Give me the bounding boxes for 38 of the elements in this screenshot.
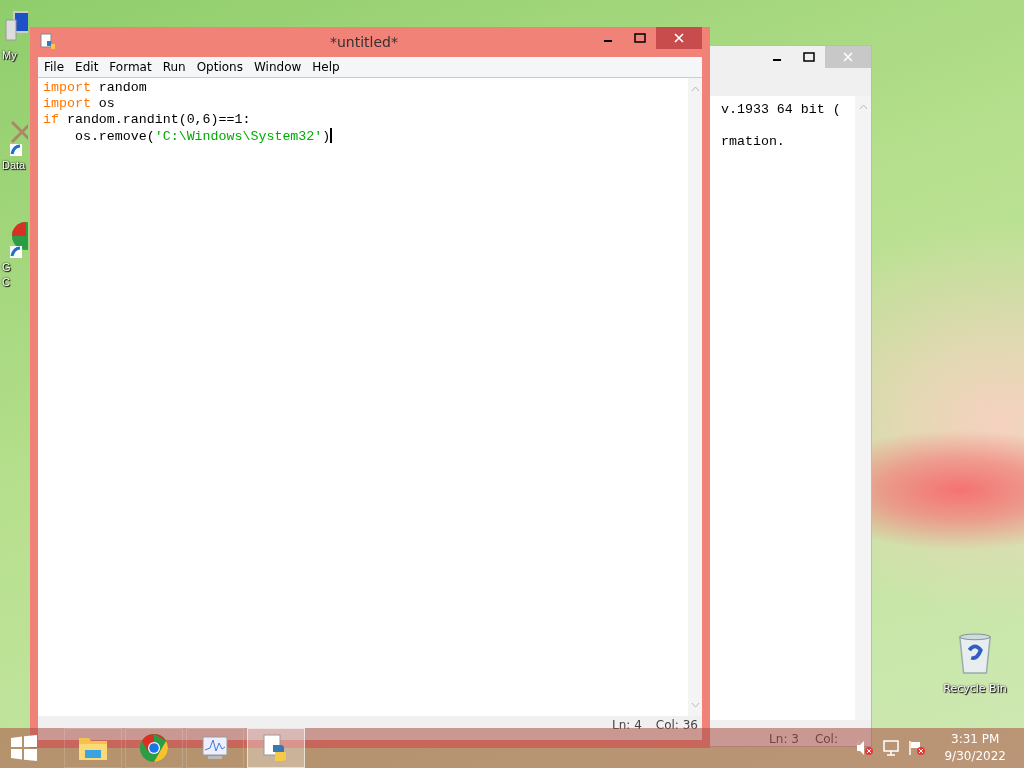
network-icon[interactable]	[882, 740, 901, 756]
maximize-icon	[803, 52, 815, 62]
menu-item[interactable]: Run	[158, 60, 193, 74]
menu-item[interactable]: Help	[308, 60, 347, 74]
menu-item[interactable]: Format	[105, 60, 159, 74]
taskbar-app-button[interactable]	[186, 728, 244, 768]
shell-output-line: v.1933 64 bit (	[721, 102, 842, 118]
close-button[interactable]	[656, 27, 702, 49]
recycle-bin-icon[interactable]	[956, 632, 994, 676]
close-icon	[674, 33, 684, 43]
minimize-icon	[604, 40, 612, 42]
minimize-icon	[773, 59, 781, 61]
code-line: if random.randint(0,6)==1:	[43, 112, 252, 128]
maximize-icon	[634, 33, 646, 43]
chrome-icon	[139, 733, 169, 763]
taskbar-app-button[interactable]	[247, 728, 305, 768]
performance-monitor-icon	[200, 734, 230, 762]
taskbar-app-button[interactable]	[125, 728, 183, 768]
windows-logo-icon[interactable]	[10, 735, 38, 761]
menu-item[interactable]: Options	[192, 60, 250, 74]
window-title: *untitled*	[329, 33, 399, 50]
shell-output-line: rmation.	[721, 134, 786, 150]
menu-item[interactable]: Edit	[71, 60, 106, 74]
code-line: import random	[43, 80, 148, 96]
code-line: os.remove('C:\Windows\System32')	[73, 128, 334, 144]
column-status: Col:	[814, 732, 838, 746]
python-file-icon	[40, 33, 56, 51]
menu-item[interactable]: File	[40, 60, 72, 74]
line-number-status: Ln: 4	[612, 718, 642, 732]
speaker-muted-icon[interactable]	[856, 740, 875, 756]
column-status: Col: 36	[655, 718, 698, 732]
caret-icon	[854, 739, 863, 746]
taskbar-app-button[interactable]	[64, 728, 122, 768]
code-line: import os	[43, 96, 116, 112]
menu-item[interactable]: Window	[249, 60, 309, 74]
flag-icon[interactable]	[908, 740, 927, 756]
close-icon	[843, 52, 853, 62]
line-number-status: Ln: 3	[769, 732, 799, 746]
